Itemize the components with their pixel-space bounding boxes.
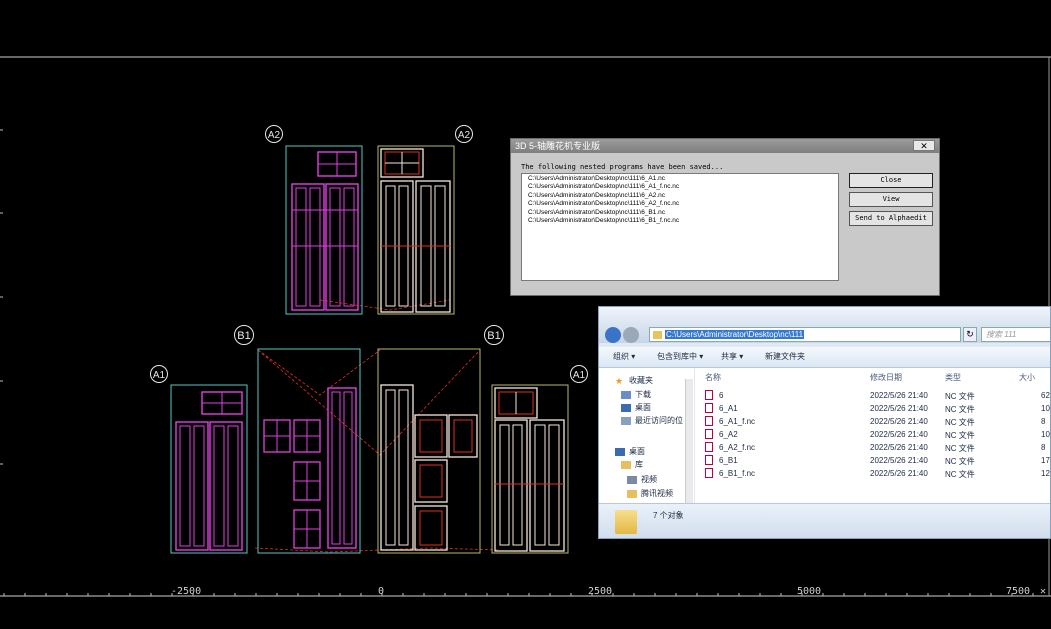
dialog-close-icon[interactable]: ✕ (913, 140, 935, 151)
nc-file-icon (705, 455, 713, 465)
svg-text:A2: A2 (458, 130, 471, 141)
label-a2-right: A2 (455, 125, 473, 143)
address-bar-area: C:\Users\Administrator\Desktop\nc\111 ↻ … (599, 307, 1050, 343)
download-icon (621, 391, 631, 399)
status-bar: 7 个对象 (599, 503, 1050, 538)
nested-programs-dialog: 3D 5-轴雕花机专业版 ✕ The following nested prog… (510, 138, 940, 296)
back-icon[interactable] (605, 327, 621, 343)
part-b1-right[interactable] (377, 348, 481, 554)
svg-text:A1: A1 (153, 370, 166, 381)
part-b1-left[interactable] (257, 348, 361, 554)
table-row[interactable]: 6 2022/5/26 21:40 NC 文件 62 (695, 389, 1050, 402)
part-a2-right[interactable] (377, 145, 455, 315)
nc-file-icon (705, 390, 713, 400)
nc-file-icon (705, 416, 713, 426)
desktop-icon (615, 448, 625, 456)
include-in-library-menu[interactable]: 包含到库中 ▾ (657, 351, 703, 362)
ruler-label: 7500 (1006, 586, 1031, 597)
svg-text:B1: B1 (237, 330, 250, 342)
svg-text:A2: A2 (268, 130, 281, 141)
address-path-input[interactable]: C:\Users\Administrator\Desktop\nc\111 (649, 327, 961, 342)
sidebar-scrollbar[interactable] (685, 379, 693, 503)
share-menu[interactable]: 共享 ▾ (721, 351, 743, 362)
explorer-toolbar: 组织 ▾ 包含到库中 ▾ 共享 ▾ 新建文件夹 (599, 347, 1050, 368)
dialog-title: 3D 5-轴雕花机专业版 (515, 141, 601, 151)
folder-icon (627, 490, 637, 498)
recent-icon (621, 417, 631, 425)
nc-file-icon (705, 442, 713, 452)
sidebar-item-tencent-video[interactable]: 腾讯视频 (641, 488, 673, 499)
left-ruler (0, 129, 3, 465)
folder-icon (653, 330, 662, 339)
label-b1-left: B1 (234, 325, 254, 345)
list-item[interactable]: C:\Users\Administrator\Desktop\nc\111\6_… (528, 175, 838, 183)
part-a1-left[interactable] (170, 384, 248, 554)
dialog-message: The following nested programs have been … (521, 163, 724, 171)
forward-icon[interactable] (623, 327, 639, 343)
ruler-label: 2500 (588, 586, 613, 597)
table-row[interactable]: 6_B1 2022/5/26 21:40 NC 文件 17 (695, 454, 1050, 467)
file-explorer-window: C:\Users\Administrator\Desktop\nc\111 ↻ … (598, 306, 1051, 539)
file-list: 名称 修改日期 类型 大小 6 2022/5/26 21:40 NC 文件 62… (695, 368, 1050, 503)
star-icon: ★ (615, 376, 624, 386)
sidebar-item-library[interactable]: 库 (635, 459, 643, 470)
sidebar-item-desktop[interactable]: 桌面 (635, 402, 651, 413)
sidebar-item-favorites[interactable]: 收藏夹 (629, 375, 653, 386)
navigation-pane: ★ 收藏夹 下载 桌面 最近访问的位 桌面 库 视频 腾讯视频 (599, 368, 694, 503)
folder-icon (615, 510, 637, 534)
desktop-icon (621, 404, 631, 412)
list-item[interactable]: C:\Users\Administrator\Desktop\nc\111\6_… (528, 192, 838, 200)
organize-menu[interactable]: 组织 ▾ (613, 351, 635, 362)
dialog-titlebar[interactable]: 3D 5-轴雕花机专业版 ✕ (511, 139, 939, 153)
part-a2-left[interactable] (285, 145, 363, 315)
sidebar-item-recent[interactable]: 最近访问的位 (635, 415, 683, 426)
ruler-end-close-icon[interactable]: ✕ (1040, 586, 1046, 597)
new-folder-button[interactable]: 新建文件夹 (765, 351, 805, 362)
saved-files-list[interactable]: C:\Users\Administrator\Desktop\nc\111\6_… (521, 173, 839, 281)
list-item[interactable]: C:\Users\Administrator\Desktop\nc\111\6_… (528, 217, 838, 225)
address-path-text: C:\Users\Administrator\Desktop\nc\111 (665, 330, 805, 339)
sidebar-item-videos[interactable]: 视频 (641, 474, 657, 485)
nc-file-icon (705, 468, 713, 478)
sidebar-item-downloads[interactable]: 下载 (635, 389, 651, 400)
ruler-label: 5000 (797, 586, 822, 597)
ruler-label: 0 (378, 586, 385, 597)
sidebar-item-desktop-root[interactable]: 桌面 (629, 446, 645, 457)
column-size[interactable]: 大小 (1019, 372, 1035, 383)
nc-file-icon (705, 403, 713, 413)
column-date[interactable]: 修改日期 (870, 372, 902, 383)
label-a2-left: A2 (265, 125, 283, 143)
list-item[interactable]: C:\Users\Administrator\Desktop\nc\111\6_… (528, 209, 838, 217)
table-row[interactable]: 6_A2 2022/5/26 21:40 NC 文件 10 (695, 428, 1050, 441)
table-row[interactable]: 6_A1_f.nc 2022/5/26 21:40 NC 文件 8 (695, 415, 1050, 428)
send-to-alphaedit-button[interactable]: Send to Alphaedit (849, 211, 933, 226)
label-a1-left: A1 (150, 365, 168, 383)
list-item[interactable]: C:\Users\Administrator\Desktop\nc\111\6_… (528, 200, 838, 208)
ruler-label: -2500 (171, 586, 202, 597)
nc-file-icon (705, 429, 713, 439)
svg-text:A1: A1 (573, 370, 586, 381)
list-item[interactable]: C:\Users\Administrator\Desktop\nc\111\6_… (528, 183, 838, 191)
video-icon (627, 476, 637, 484)
column-name[interactable]: 名称 (705, 372, 721, 383)
refresh-icon[interactable]: ↻ (963, 327, 977, 342)
item-count: 7 个对象 (653, 511, 684, 520)
table-row[interactable]: 6_A1 2022/5/26 21:40 NC 文件 10 (695, 402, 1050, 415)
part-a1-right[interactable] (491, 384, 569, 554)
svg-text:B1: B1 (487, 330, 500, 342)
table-row[interactable]: 6_A2_f.nc 2022/5/26 21:40 NC 文件 8 (695, 441, 1050, 454)
search-input[interactable]: 搜索 111 (981, 327, 1050, 342)
column-type[interactable]: 类型 (945, 372, 961, 383)
view-button[interactable]: View (849, 192, 933, 207)
label-b1-right: B1 (484, 325, 504, 345)
table-row[interactable]: 6_B1_f.nc 2022/5/26 21:40 NC 文件 12 (695, 467, 1050, 480)
label-a1-right: A1 (570, 365, 588, 383)
library-icon (621, 461, 631, 469)
close-button[interactable]: Close (849, 173, 933, 188)
